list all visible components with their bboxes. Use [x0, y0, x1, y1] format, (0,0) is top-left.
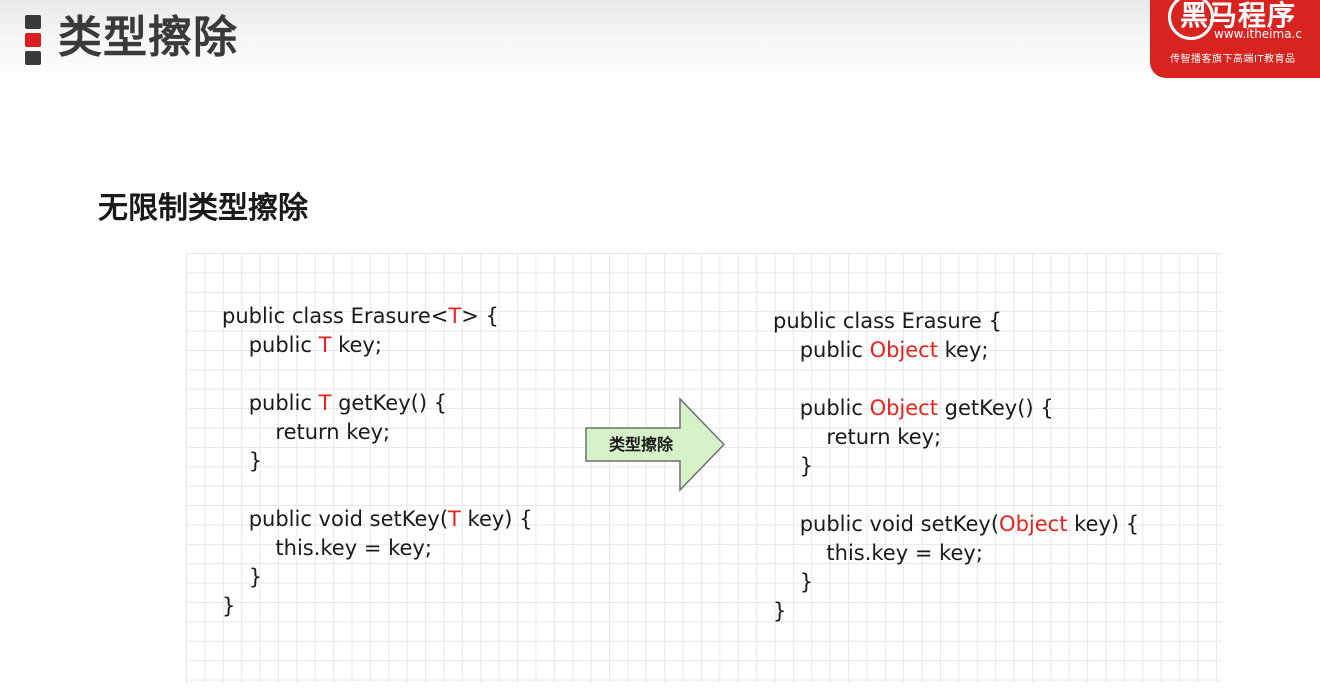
brand-url: www.itheima.c: [1214, 27, 1302, 41]
code-text: key;: [937, 338, 989, 362]
code-type-highlight: T: [448, 304, 462, 328]
code-text: public: [773, 396, 870, 420]
arrow-label: 类型擦除: [608, 435, 673, 454]
brand-logo: 黑马程序 www.itheima.c 传智播客旗下高端IT教育品: [1150, 0, 1320, 78]
code-line: }: [222, 592, 533, 621]
code-line: public class Erasure<T> {: [222, 302, 533, 331]
code-line: public T getKey() {: [222, 389, 533, 418]
code-type-highlight: Object: [869, 396, 938, 420]
page-title: 类型擦除: [58, 12, 238, 63]
code-text: }: [222, 565, 263, 589]
code-line: }: [773, 452, 1139, 481]
code-line: public void setKey(T key) {: [222, 505, 533, 534]
code-type-highlight: Object: [999, 512, 1068, 536]
title-marker-icon: [25, 15, 41, 65]
code-line: }: [222, 447, 533, 476]
code-text: public: [773, 338, 870, 362]
code-text: getKey() {: [937, 396, 1054, 420]
code-text: key) {: [1067, 512, 1140, 536]
code-text: public: [222, 333, 319, 357]
code-type-highlight: T: [318, 333, 332, 357]
erased-class-code: public class Erasure { public Object key…: [773, 307, 1139, 626]
code-line: public Object key;: [773, 336, 1139, 365]
code-text: getKey() {: [331, 391, 448, 415]
code-text: key;: [331, 333, 382, 357]
marker-block-dark: [25, 51, 41, 65]
code-type-highlight: Object: [869, 338, 938, 362]
code-text: public void setKey(: [773, 512, 1000, 536]
section-title: 无限制类型擦除: [98, 191, 308, 226]
generic-class-code: public class Erasure<T> { public T key; …: [222, 302, 533, 621]
code-text: this.key = key;: [222, 536, 432, 560]
code-line: return key;: [222, 418, 533, 447]
code-text: public void setKey(: [222, 507, 449, 531]
code-line: this.key = key;: [222, 534, 533, 563]
code-text: }: [222, 449, 263, 473]
brand-slogan: 传智播客旗下高端IT教育品: [1170, 54, 1296, 65]
code-line: }: [222, 563, 533, 592]
code-line: public class Erasure {: [773, 307, 1139, 336]
code-text: public class Erasure {: [773, 309, 1002, 333]
marker-block-red: [25, 33, 41, 47]
code-line: public T key;: [222, 331, 533, 360]
code-text: public: [222, 391, 319, 415]
code-text: }: [773, 570, 814, 594]
code-text: key) {: [460, 507, 533, 531]
code-text: }: [773, 454, 814, 478]
code-type-highlight: T: [318, 391, 332, 415]
code-text: }: [222, 594, 236, 618]
code-text: public class Erasure<: [222, 304, 449, 328]
code-text: return key;: [222, 420, 391, 444]
code-text: > {: [461, 304, 499, 328]
code-line: }: [773, 568, 1139, 597]
code-line: this.key = key;: [773, 539, 1139, 568]
code-text: return key;: [773, 425, 942, 449]
code-line: }: [773, 597, 1139, 626]
code-type-highlight: T: [448, 507, 461, 531]
code-text: }: [773, 599, 787, 623]
code-line: return key;: [773, 423, 1139, 452]
code-text: this.key = key;: [773, 541, 983, 565]
code-line: public Object getKey() {: [773, 394, 1139, 423]
marker-block-dark: [25, 15, 41, 29]
code-line: public void setKey(Object key) {: [773, 510, 1139, 539]
